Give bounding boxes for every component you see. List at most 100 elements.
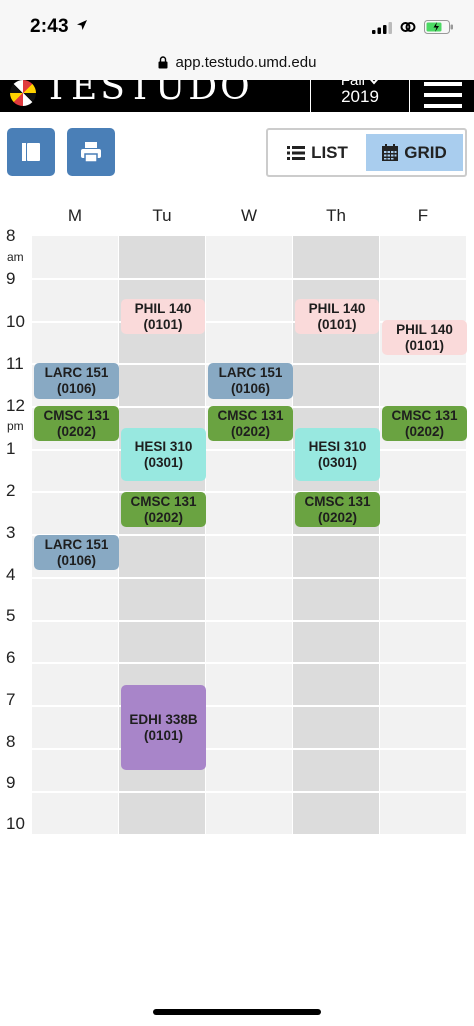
print-icon <box>81 142 101 163</box>
course-block-hesi-310[interactable]: HESI 310 (0301) <box>295 428 380 481</box>
day-header-monday: M <box>67 206 83 225</box>
url-text: app.testudo.umd.edu <box>175 53 317 71</box>
hour-label: 6 <box>6 648 16 667</box>
course-block-cmsc-131[interactable]: CMSC 131 (0202) <box>34 406 119 441</box>
course-name: LARC 151 <box>218 365 283 380</box>
status-time: 2:43 <box>30 16 69 37</box>
hour-label: 2 <box>6 481 16 500</box>
hour-gridline <box>32 620 468 622</box>
hour-label: 3 <box>6 523 16 542</box>
course-section: (0202) <box>230 423 271 439</box>
view-toggle: LIST GRID <box>266 128 467 177</box>
hour-gridline <box>32 705 468 707</box>
course-name: PHIL 140 <box>134 300 192 316</box>
hour-gridline <box>32 662 468 664</box>
course-block-larc-151[interactable]: LARC 151 (0106) <box>34 363 119 399</box>
course-section: (0101) <box>317 316 357 332</box>
hour-gridline <box>32 577 468 579</box>
course-name: PHIL 140 <box>396 321 453 337</box>
course-name: HESI 310 <box>308 438 367 454</box>
hour-label: 8 <box>6 226 16 245</box>
list-view-button[interactable]: LIST <box>272 134 363 171</box>
print-button[interactable] <box>67 128 115 176</box>
home-indicator[interactable] <box>153 1009 321 1015</box>
chevron-down-icon <box>370 80 379 85</box>
course-section: (0106) <box>56 552 97 568</box>
course-name: CMSC 131 <box>130 493 197 509</box>
course-block-cmsc-131[interactable]: CMSC 131 (0202) <box>208 406 293 441</box>
course-name: PHIL 140 <box>308 300 366 316</box>
list-view-label: LIST <box>311 142 348 162</box>
battery-icon <box>424 20 453 34</box>
course-section: (0106) <box>56 381 97 396</box>
course-name: LARC 151 <box>44 365 109 380</box>
hour-gridline <box>32 791 468 793</box>
course-block-edhi-338b[interactable]: EDHI 338B (0101) <box>121 685 206 770</box>
site-header: TESTUDO Fall 2019 <box>0 80 474 112</box>
location-arrow-icon <box>77 20 87 30</box>
book-icon <box>22 143 40 161</box>
hour-gridline <box>32 748 468 750</box>
hour-label: 10 <box>6 312 25 331</box>
course-block-phil-140[interactable]: PHIL 140 (0101) <box>121 299 205 334</box>
course-section: (0101) <box>404 337 445 353</box>
hamburger-menu-icon[interactable] <box>420 80 474 112</box>
hour-gridline <box>32 491 468 493</box>
course-name: CMSC 131 <box>391 407 458 423</box>
day-header-friday: F <box>417 206 429 225</box>
pm-label: pm <box>7 419 24 433</box>
umd-flag-logo <box>10 80 36 106</box>
course-name: CMSC 131 <box>217 407 284 423</box>
course-block-larc-151[interactable]: LARC 151 (0106) <box>34 535 119 570</box>
cellular-signal-icon <box>372 22 392 34</box>
course-section: (0202) <box>143 509 184 525</box>
hour-label: 4 <box>6 565 16 584</box>
hour-label: 8 <box>6 732 16 751</box>
course-block-cmsc-131[interactable]: CMSC 131 (0202) <box>382 406 467 441</box>
hour-label: 10 <box>6 814 25 833</box>
calendar-icon <box>382 144 399 161</box>
hour-gridline <box>32 449 468 451</box>
status-bar: 2:43 <box>0 0 474 44</box>
course-section: (0101) <box>143 727 184 743</box>
day-header-wednesday: W <box>240 206 258 225</box>
book-button[interactable] <box>7 128 55 176</box>
hour-label: 5 <box>6 606 16 625</box>
course-block-cmsc-131[interactable]: CMSC 131 (0202) <box>295 492 380 527</box>
course-section: (0202) <box>317 509 358 525</box>
day-header-tuesday: Tu <box>152 206 172 225</box>
course-section: (0106) <box>230 381 271 396</box>
term-selector[interactable]: Fall 2019 <box>310 80 410 112</box>
hour-gridline <box>32 278 468 280</box>
lock-icon <box>158 55 168 68</box>
hour-label: 7 <box>6 690 16 709</box>
course-section: (0101) <box>143 316 183 332</box>
course-name: CMSC 131 <box>304 493 371 509</box>
course-name: HESI 310 <box>134 438 193 454</box>
course-section: (0301) <box>143 454 184 470</box>
course-block-larc-151[interactable]: LARC 151 (0106) <box>208 363 293 399</box>
hotspot-link-icon <box>400 22 416 32</box>
hour-label: 12 <box>6 396 25 415</box>
course-name: EDHI 338B <box>129 711 198 727</box>
hour-label: 1 <box>6 439 16 458</box>
address-bar[interactable]: app.testudo.umd.edu <box>0 44 474 80</box>
course-name: CMSC 131 <box>43 407 110 423</box>
hour-label: 11 <box>6 354 24 373</box>
course-block-hesi-310[interactable]: HESI 310 (0301) <box>121 428 206 481</box>
course-block-phil-140[interactable]: PHIL 140 (0101) <box>295 299 379 334</box>
course-section: (0202) <box>404 423 445 439</box>
am-label: am <box>7 250 24 264</box>
day-header-thursday: Th <box>326 206 346 225</box>
term-year: 2019 <box>341 87 379 106</box>
course-block-cmsc-131[interactable]: CMSC 131 (0202) <box>121 492 206 527</box>
hour-label: 9 <box>6 773 16 792</box>
course-name: LARC 151 <box>44 536 109 552</box>
grid-view-button[interactable]: GRID <box>366 134 463 171</box>
course-section: (0301) <box>317 454 358 470</box>
course-block-phil-140[interactable]: PHIL 140 (0101) <box>382 320 467 355</box>
grid-view-label: GRID <box>404 142 447 162</box>
list-icon <box>287 145 306 160</box>
site-logo[interactable]: TESTUDO <box>44 80 253 110</box>
course-section: (0202) <box>56 423 97 439</box>
